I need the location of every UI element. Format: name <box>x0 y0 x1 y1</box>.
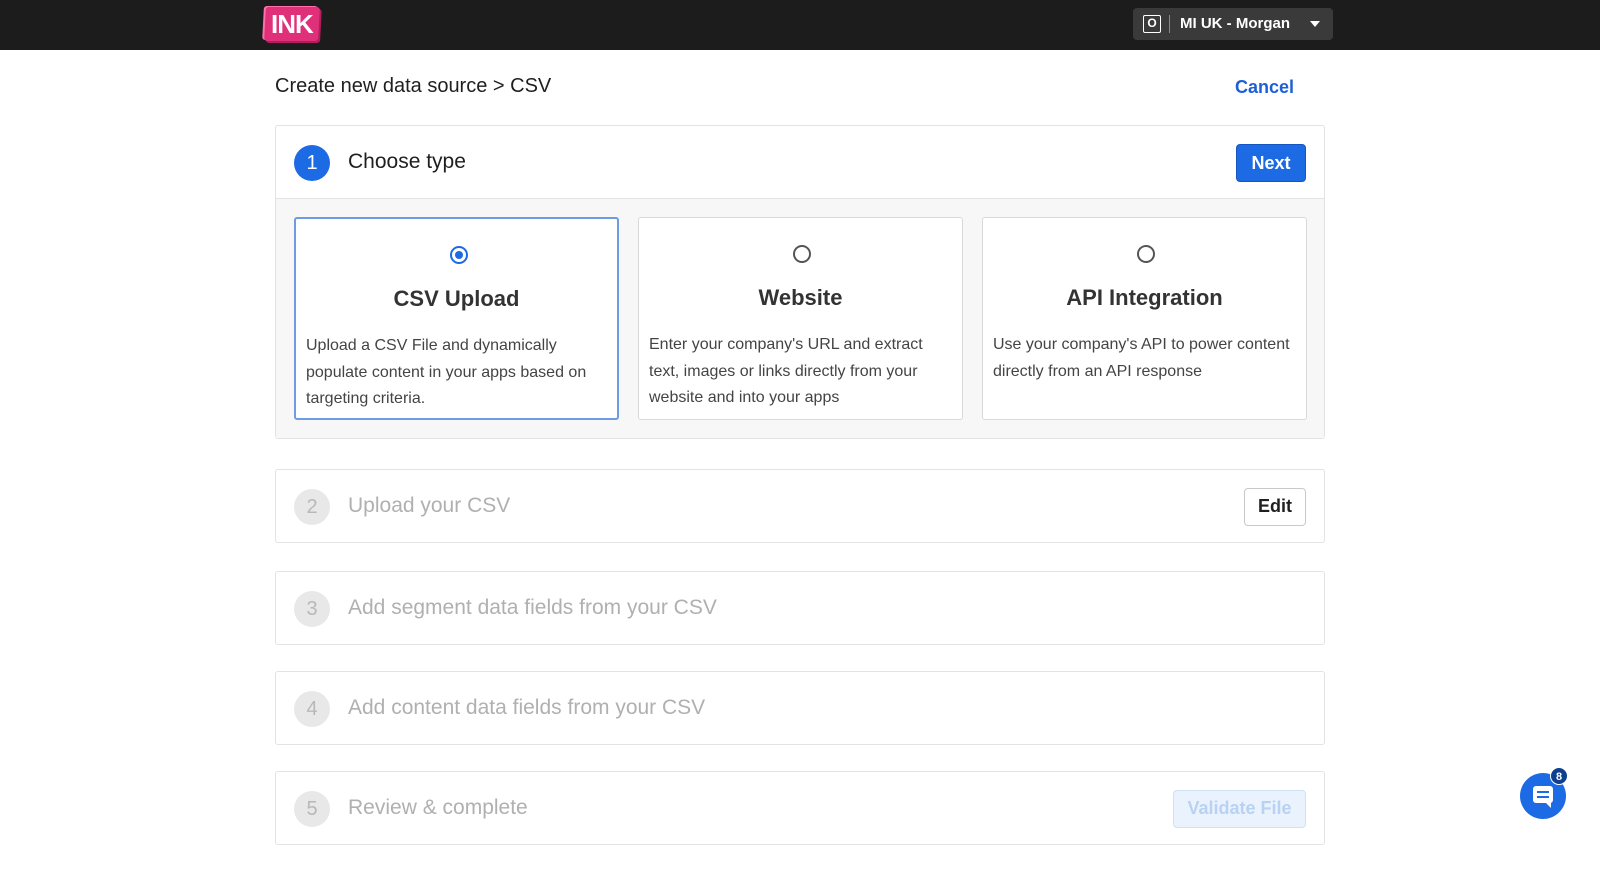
step-content-fields: 4 Add content data fields from your CSV <box>275 671 1325 745</box>
option-description: Enter your company's URL and extract tex… <box>649 336 923 406</box>
step-header: 2 Upload your CSV Edit <box>276 470 1324 542</box>
radio-api-integration[interactable] <box>1137 245 1155 263</box>
breadcrumb: Create new data source > CSV <box>275 75 552 97</box>
radio-csv-upload[interactable] <box>450 246 468 264</box>
cancel-link[interactable]: Cancel <box>1235 77 1294 98</box>
step-title: Add segment data fields from your CSV <box>348 596 717 619</box>
step-header: 5 Review & complete Validate File <box>276 772 1324 844</box>
option-website[interactable]: Website Enter your company's URL and ext… <box>638 217 963 420</box>
divider <box>1169 15 1170 33</box>
organization-icon: O <box>1143 15 1161 33</box>
step-header: 1 Choose type Next <box>276 126 1324 198</box>
step-number: 5 <box>294 791 330 827</box>
chat-launcher[interactable]: 8 <box>1520 767 1568 819</box>
step-number: 3 <box>294 591 330 627</box>
next-button[interactable]: Next <box>1236 144 1306 182</box>
step-title: Review & complete <box>348 796 528 819</box>
step-title: Choose type <box>348 150 466 173</box>
option-title: Website <box>758 285 843 310</box>
notification-badge: 8 <box>1550 767 1568 785</box>
option-csv-upload[interactable]: CSV Upload Upload a CSV File and dynamic… <box>294 217 619 420</box>
top-bar: INK O MI UK - Morgan <box>0 0 1600 50</box>
radio-website[interactable] <box>793 245 811 263</box>
step-number: 4 <box>294 691 330 727</box>
step-choose-type: 1 Choose type Next CSV Upload Upload a C… <box>275 125 1325 439</box>
step-number: 2 <box>294 489 330 525</box>
option-api-integration[interactable]: API Integration Use your company's API t… <box>982 217 1307 420</box>
edit-button[interactable]: Edit <box>1244 488 1306 526</box>
step-title: Upload your CSV <box>348 494 511 517</box>
validate-file-button[interactable]: Validate File <box>1173 790 1306 828</box>
step-segment-fields: 3 Add segment data fields from your CSV <box>275 571 1325 645</box>
account-name: MI UK - Morgan <box>1180 15 1290 32</box>
caret-down-icon <box>1310 21 1320 27</box>
chat-icon <box>1533 786 1553 808</box>
option-description: Upload a CSV File and dynamically popula… <box>306 337 587 407</box>
ink-logo[interactable]: INK <box>264 7 320 41</box>
step-review-complete: 5 Review & complete Validate File <box>275 771 1325 845</box>
account-switcher[interactable]: O MI UK - Morgan <box>1133 8 1333 40</box>
step-title: Add content data fields from your CSV <box>348 696 706 719</box>
step-upload-csv: 2 Upload your CSV Edit <box>275 469 1325 543</box>
option-description: Use your company's API to power content … <box>993 336 1290 380</box>
step-header: 4 Add content data fields from your CSV <box>276 672 1324 744</box>
type-options: CSV Upload Upload a CSV File and dynamic… <box>276 198 1324 438</box>
option-title: CSV Upload <box>393 286 520 311</box>
step-header: 3 Add segment data fields from your CSV <box>276 572 1324 644</box>
step-number: 1 <box>294 145 330 181</box>
option-title: API Integration <box>1066 285 1223 310</box>
